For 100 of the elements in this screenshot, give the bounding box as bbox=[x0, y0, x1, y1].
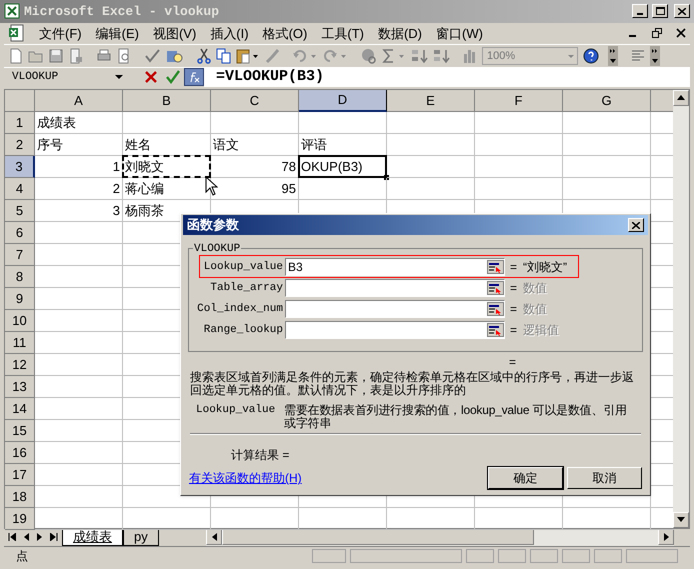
column-header[interactable]: C bbox=[211, 90, 299, 112]
checkmark-icon[interactable] bbox=[166, 70, 180, 84]
document-icon[interactable] bbox=[8, 24, 26, 42]
last-sheet-icon[interactable] bbox=[50, 533, 58, 542]
sort-descending-icon[interactable] bbox=[432, 48, 450, 64]
table-cell: 2 bbox=[35, 178, 123, 200]
row-header[interactable]: 12 bbox=[5, 354, 35, 376]
row-header[interactable]: 2 bbox=[5, 134, 35, 156]
column-header[interactable]: B bbox=[123, 90, 211, 112]
row-header[interactable]: 9 bbox=[5, 288, 35, 310]
menu-item[interactable]: 文件(F) bbox=[32, 24, 89, 44]
row-header[interactable]: 10 bbox=[5, 310, 35, 332]
equals-sign: = bbox=[510, 259, 518, 276]
column-header[interactable]: F bbox=[475, 90, 563, 112]
formula-field[interactable]: =VLOOKUP(B3) bbox=[204, 67, 690, 88]
scrollbar-thumb[interactable] bbox=[222, 529, 534, 546]
dropdown-arrow-icon[interactable] bbox=[114, 73, 124, 82]
argument-field[interactable] bbox=[285, 321, 505, 339]
row-header[interactable]: 3 bbox=[5, 156, 35, 178]
scroll-right-icon bbox=[664, 533, 668, 542]
argument-name: Lookup_value bbox=[196, 404, 276, 418]
insert-function-button[interactable] bbox=[184, 68, 204, 86]
table-cell: 3 bbox=[35, 200, 123, 222]
column-header[interactable]: A bbox=[35, 90, 123, 112]
vertical-scrollbar[interactable] bbox=[673, 90, 689, 528]
next-sheet-icon[interactable] bbox=[36, 533, 44, 542]
row-header[interactable]: 14 bbox=[5, 398, 35, 420]
new-document-icon[interactable] bbox=[8, 48, 24, 64]
cancel-button[interactable]: 取消 bbox=[567, 467, 642, 489]
save-icon[interactable] bbox=[48, 48, 64, 64]
help-icon[interactable] bbox=[582, 46, 600, 65]
row-header[interactable]: 13 bbox=[5, 376, 35, 398]
toolbar-options-button[interactable] bbox=[650, 46, 660, 66]
close-button[interactable] bbox=[628, 218, 644, 232]
row-header[interactable]: 17 bbox=[5, 464, 35, 486]
select-all-corner[interactable] bbox=[5, 90, 35, 112]
argument-field[interactable]: B3 bbox=[285, 258, 505, 276]
row-header[interactable]: 19 bbox=[5, 508, 35, 530]
status-panel bbox=[312, 548, 346, 563]
scroll-left-button[interactable] bbox=[206, 529, 222, 546]
collapse-dialog-icon[interactable] bbox=[487, 281, 504, 295]
clipboard-icon[interactable] bbox=[236, 48, 260, 64]
equals-sign: = bbox=[510, 322, 518, 339]
table-cell: 1 bbox=[35, 156, 123, 178]
sigma-icon[interactable] bbox=[382, 48, 406, 64]
restore-icon[interactable] bbox=[652, 28, 662, 38]
cancel-icon[interactable] bbox=[144, 70, 158, 84]
menu-item[interactable]: 工具(T) bbox=[314, 24, 371, 44]
collapse-dialog-icon[interactable] bbox=[487, 260, 504, 274]
argument-field[interactable] bbox=[285, 279, 505, 297]
minimize-button[interactable] bbox=[632, 4, 648, 18]
first-sheet-icon[interactable] bbox=[8, 533, 16, 542]
close-button[interactable] bbox=[674, 4, 690, 18]
maximize-button[interactable] bbox=[652, 4, 668, 18]
sort-ascending-icon[interactable] bbox=[410, 48, 428, 64]
table-cell: 78 bbox=[211, 156, 299, 178]
row-header[interactable]: 8 bbox=[5, 266, 35, 288]
previous-sheet-icon[interactable] bbox=[22, 533, 30, 542]
table-cell: 成绩表 bbox=[35, 112, 123, 134]
result-label: 计算结果 = bbox=[231, 448, 290, 462]
collapse-dialog-icon[interactable] bbox=[487, 302, 504, 316]
menu-item[interactable]: 编辑(E) bbox=[88, 24, 146, 44]
ok-button[interactable]: 确定 bbox=[488, 467, 563, 489]
column-header[interactable]: E bbox=[387, 90, 475, 112]
globe-link-icon[interactable] bbox=[360, 48, 378, 64]
row-header[interactable]: 5 bbox=[5, 200, 35, 222]
menu-item[interactable]: 视图(V) bbox=[146, 24, 204, 44]
close-icon[interactable] bbox=[676, 28, 686, 38]
row-header[interactable]: 7 bbox=[5, 244, 35, 266]
row-header[interactable]: 16 bbox=[5, 442, 35, 464]
row-header[interactable]: 11 bbox=[5, 332, 35, 354]
dropdown-arrow-icon bbox=[652, 58, 658, 63]
scroll-down-button[interactable] bbox=[673, 512, 689, 528]
row-header[interactable]: 15 bbox=[5, 420, 35, 442]
spelling-check-icon[interactable] bbox=[144, 48, 162, 64]
status-text: 点 bbox=[16, 548, 29, 565]
scroll-right-button[interactable] bbox=[658, 529, 674, 546]
toolbar-options-button[interactable] bbox=[608, 46, 618, 66]
formula-result: = bbox=[509, 355, 516, 369]
menu-item[interactable]: 窗口(W) bbox=[429, 24, 490, 44]
menu-item[interactable]: 插入(I) bbox=[203, 24, 256, 44]
document-lock-icon[interactable] bbox=[68, 48, 84, 64]
collapse-dialog-icon[interactable] bbox=[487, 323, 504, 337]
close-icon bbox=[678, 8, 686, 15]
menu-item[interactable]: 格式(O) bbox=[256, 24, 314, 44]
row-header[interactable]: 6 bbox=[5, 222, 35, 244]
column-header[interactable]: D bbox=[299, 90, 387, 112]
scissors-icon[interactable] bbox=[196, 48, 212, 64]
row-header[interactable]: 4 bbox=[5, 178, 35, 200]
row-header[interactable]: 1 bbox=[5, 112, 35, 134]
argument-field[interactable] bbox=[285, 300, 505, 318]
copy-icon[interactable] bbox=[216, 48, 232, 64]
help-link[interactable]: 有关该函数的帮助(H) bbox=[189, 469, 488, 487]
row-header[interactable]: 18 bbox=[5, 486, 35, 508]
table-cell: 姓名 bbox=[123, 134, 211, 156]
scroll-up-button[interactable] bbox=[673, 90, 689, 106]
column-header[interactable]: G bbox=[563, 90, 651, 112]
menu-item[interactable]: 数据(D) bbox=[370, 24, 430, 44]
fill-handle[interactable] bbox=[384, 174, 389, 180]
chevron-icon bbox=[610, 48, 616, 53]
